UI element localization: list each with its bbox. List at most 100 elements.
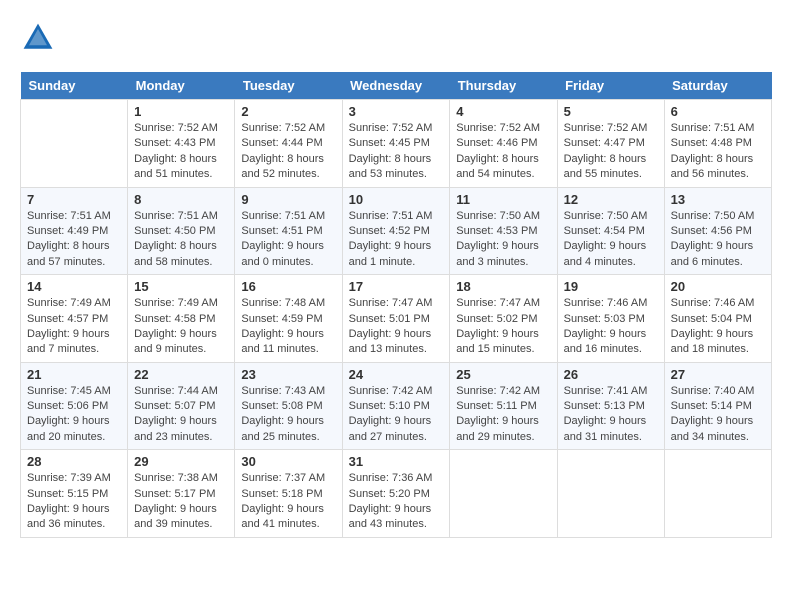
day-number: 19 xyxy=(564,279,658,294)
day-cell: 12 Sunrise: 7:50 AMSunset: 4:54 PMDayligh… xyxy=(557,187,664,275)
day-number: 6 xyxy=(671,104,765,119)
day-info: Sunrise: 7:52 AMSunset: 4:46 PMDaylight:… xyxy=(456,121,550,183)
day-number: 28 xyxy=(27,454,121,469)
day-number: 3 xyxy=(349,104,444,119)
day-info: Sunrise: 7:42 AMSunset: 5:11 PMDaylight:… xyxy=(456,384,550,446)
day-cell: 18 Sunrise: 7:47 AMSunset: 5:02 PMDayligh… xyxy=(450,275,557,363)
day-cell: 19 Sunrise: 7:46 AMSunset: 5:03 PMDayligh… xyxy=(557,275,664,363)
day-cell: 31 Sunrise: 7:36 AMSunset: 5:20 PMDayligh… xyxy=(342,450,450,538)
day-number: 13 xyxy=(671,192,765,207)
day-info: Sunrise: 7:52 AMSunset: 4:47 PMDaylight:… xyxy=(564,121,658,183)
day-cell: 27 Sunrise: 7:40 AMSunset: 5:14 PMDayligh… xyxy=(664,362,771,450)
day-number: 22 xyxy=(134,367,228,382)
day-info: Sunrise: 7:40 AMSunset: 5:14 PMDaylight:… xyxy=(671,384,765,446)
day-cell: 8 Sunrise: 7:51 AMSunset: 4:50 PMDaylight… xyxy=(128,187,235,275)
day-info: Sunrise: 7:51 AMSunset: 4:52 PMDaylight:… xyxy=(349,209,444,271)
day-number: 27 xyxy=(671,367,765,382)
day-cell: 4 Sunrise: 7:52 AMSunset: 4:46 PMDaylight… xyxy=(450,100,557,188)
day-number: 8 xyxy=(134,192,228,207)
day-info: Sunrise: 7:42 AMSunset: 5:10 PMDaylight:… xyxy=(349,384,444,446)
day-cell: 23 Sunrise: 7:43 AMSunset: 5:08 PMDayligh… xyxy=(235,362,342,450)
day-cell xyxy=(664,450,771,538)
day-number: 11 xyxy=(456,192,550,207)
day-cell: 26 Sunrise: 7:41 AMSunset: 5:13 PMDayligh… xyxy=(557,362,664,450)
day-info: Sunrise: 7:50 AMSunset: 4:54 PMDaylight:… xyxy=(564,209,658,271)
day-info: Sunrise: 7:51 AMSunset: 4:48 PMDaylight:… xyxy=(671,121,765,183)
week-row-3: 14Sunrise: 7:49 AMSunset: 4:57 PMDayligh… xyxy=(21,275,772,363)
day-info: Sunrise: 7:48 AMSunset: 4:59 PMDaylight:… xyxy=(241,296,335,358)
weekday-header-row: SundayMondayTuesdayWednesdayThursdayFrid… xyxy=(21,72,772,100)
day-number: 20 xyxy=(671,279,765,294)
day-number: 12 xyxy=(564,192,658,207)
logo xyxy=(20,20,60,56)
day-cell xyxy=(21,100,128,188)
day-info: Sunrise: 7:50 AMSunset: 4:53 PMDaylight:… xyxy=(456,209,550,271)
day-cell: 11 Sunrise: 7:50 AMSunset: 4:53 PMDayligh… xyxy=(450,187,557,275)
day-info: Sunrise: 7:52 AMSunset: 4:45 PMDaylight:… xyxy=(349,121,444,183)
week-row-4: 21 Sunrise: 7:45 AMSunset: 5:06 PMDayligh… xyxy=(21,362,772,450)
day-number: 26 xyxy=(564,367,658,382)
day-cell xyxy=(557,450,664,538)
day-info: Sunrise: 7:49 AMSunset: 4:58 PMDaylight:… xyxy=(134,296,228,358)
weekday-header-saturday: Saturday xyxy=(664,72,771,100)
day-cell: 21 Sunrise: 7:45 AMSunset: 5:06 PMDayligh… xyxy=(21,362,128,450)
day-cell: 16 Sunrise: 7:48 AMSunset: 4:59 PMDayligh… xyxy=(235,275,342,363)
weekday-header-tuesday: Tuesday xyxy=(235,72,342,100)
day-info: Sunrise: 7:47 AMSunset: 5:01 PMDaylight:… xyxy=(349,296,444,358)
day-cell: 17 Sunrise: 7:47 AMSunset: 5:01 PMDayligh… xyxy=(342,275,450,363)
day-number: 24 xyxy=(349,367,444,382)
day-cell xyxy=(450,450,557,538)
day-number: 31 xyxy=(349,454,444,469)
day-info: Sunrise: 7:44 AMSunset: 5:07 PMDaylight:… xyxy=(134,384,228,446)
day-number: 2 xyxy=(241,104,335,119)
day-info: Sunrise: 7:46 AMSunset: 5:03 PMDaylight:… xyxy=(564,296,658,358)
day-info: Sunrise: 7:52 AMSunset: 4:44 PMDaylight:… xyxy=(241,121,335,183)
day-number: 21 xyxy=(27,367,121,382)
day-number: 17 xyxy=(349,279,444,294)
day-info: Sunrise: 7:50 AMSunset: 4:56 PMDaylight:… xyxy=(671,209,765,271)
week-row-5: 28 Sunrise: 7:39 AMSunset: 5:15 PMDayligh… xyxy=(21,450,772,538)
day-info: Sunrise: 7:51 AMSunset: 4:49 PMDaylight:… xyxy=(27,209,121,271)
day-cell: 13 Sunrise: 7:50 AMSunset: 4:56 PMDayligh… xyxy=(664,187,771,275)
calendar: SundayMondayTuesdayWednesdayThursdayFrid… xyxy=(20,72,772,538)
day-cell: 28 Sunrise: 7:39 AMSunset: 5:15 PMDayligh… xyxy=(21,450,128,538)
day-info: Sunrise: 7:39 AMSunset: 5:15 PMDaylight:… xyxy=(27,471,121,533)
day-info: Sunrise: 7:49 AMSunset: 4:57 PMDaylight:… xyxy=(27,296,121,358)
day-info: Sunrise: 7:36 AMSunset: 5:20 PMDaylight:… xyxy=(349,471,444,533)
day-cell: 5 Sunrise: 7:52 AMSunset: 4:47 PMDaylight… xyxy=(557,100,664,188)
weekday-header-friday: Friday xyxy=(557,72,664,100)
day-info: Sunrise: 7:41 AMSunset: 5:13 PMDaylight:… xyxy=(564,384,658,446)
day-number: 23 xyxy=(241,367,335,382)
day-cell: 29Sunrise: 7:38 AMSunset: 5:17 PMDayligh… xyxy=(128,450,235,538)
logo-icon xyxy=(20,20,56,56)
day-number: 15 xyxy=(134,279,228,294)
day-cell: 10Sunrise: 7:51 AMSunset: 4:52 PMDayligh… xyxy=(342,187,450,275)
weekday-header-sunday: Sunday xyxy=(21,72,128,100)
day-cell: 6 Sunrise: 7:51 AMSunset: 4:48 PMDaylight… xyxy=(664,100,771,188)
day-number: 5 xyxy=(564,104,658,119)
day-info: Sunrise: 7:38 AMSunset: 5:17 PMDaylight:… xyxy=(134,471,228,533)
day-number: 9 xyxy=(241,192,335,207)
day-info: Sunrise: 7:46 AMSunset: 5:04 PMDaylight:… xyxy=(671,296,765,358)
day-cell: 25Sunrise: 7:42 AMSunset: 5:11 PMDayligh… xyxy=(450,362,557,450)
day-cell: 15 Sunrise: 7:49 AMSunset: 4:58 PMDayligh… xyxy=(128,275,235,363)
day-cell: 24 Sunrise: 7:42 AMSunset: 5:10 PMDayligh… xyxy=(342,362,450,450)
weekday-header-monday: Monday xyxy=(128,72,235,100)
day-cell: 7 Sunrise: 7:51 AMSunset: 4:49 PMDaylight… xyxy=(21,187,128,275)
day-number: 4 xyxy=(456,104,550,119)
day-cell: 1Sunrise: 7:52 AMSunset: 4:43 PMDaylight… xyxy=(128,100,235,188)
day-info: Sunrise: 7:47 AMSunset: 5:02 PMDaylight:… xyxy=(456,296,550,358)
day-info: Sunrise: 7:51 AMSunset: 4:50 PMDaylight:… xyxy=(134,209,228,271)
day-info: Sunrise: 7:43 AMSunset: 5:08 PMDaylight:… xyxy=(241,384,335,446)
day-number: 18 xyxy=(456,279,550,294)
week-row-1: 1Sunrise: 7:52 AMSunset: 4:43 PMDaylight… xyxy=(21,100,772,188)
day-info: Sunrise: 7:51 AMSunset: 4:51 PMDaylight:… xyxy=(241,209,335,271)
day-number: 16 xyxy=(241,279,335,294)
day-cell: 22 Sunrise: 7:44 AMSunset: 5:07 PMDayligh… xyxy=(128,362,235,450)
day-cell: 9 Sunrise: 7:51 AMSunset: 4:51 PMDaylight… xyxy=(235,187,342,275)
day-info: Sunrise: 7:45 AMSunset: 5:06 PMDaylight:… xyxy=(27,384,121,446)
day-number: 7 xyxy=(27,192,121,207)
day-number: 1 xyxy=(134,104,228,119)
weekday-header-wednesday: Wednesday xyxy=(342,72,450,100)
day-cell: 2 Sunrise: 7:52 AMSunset: 4:44 PMDaylight… xyxy=(235,100,342,188)
